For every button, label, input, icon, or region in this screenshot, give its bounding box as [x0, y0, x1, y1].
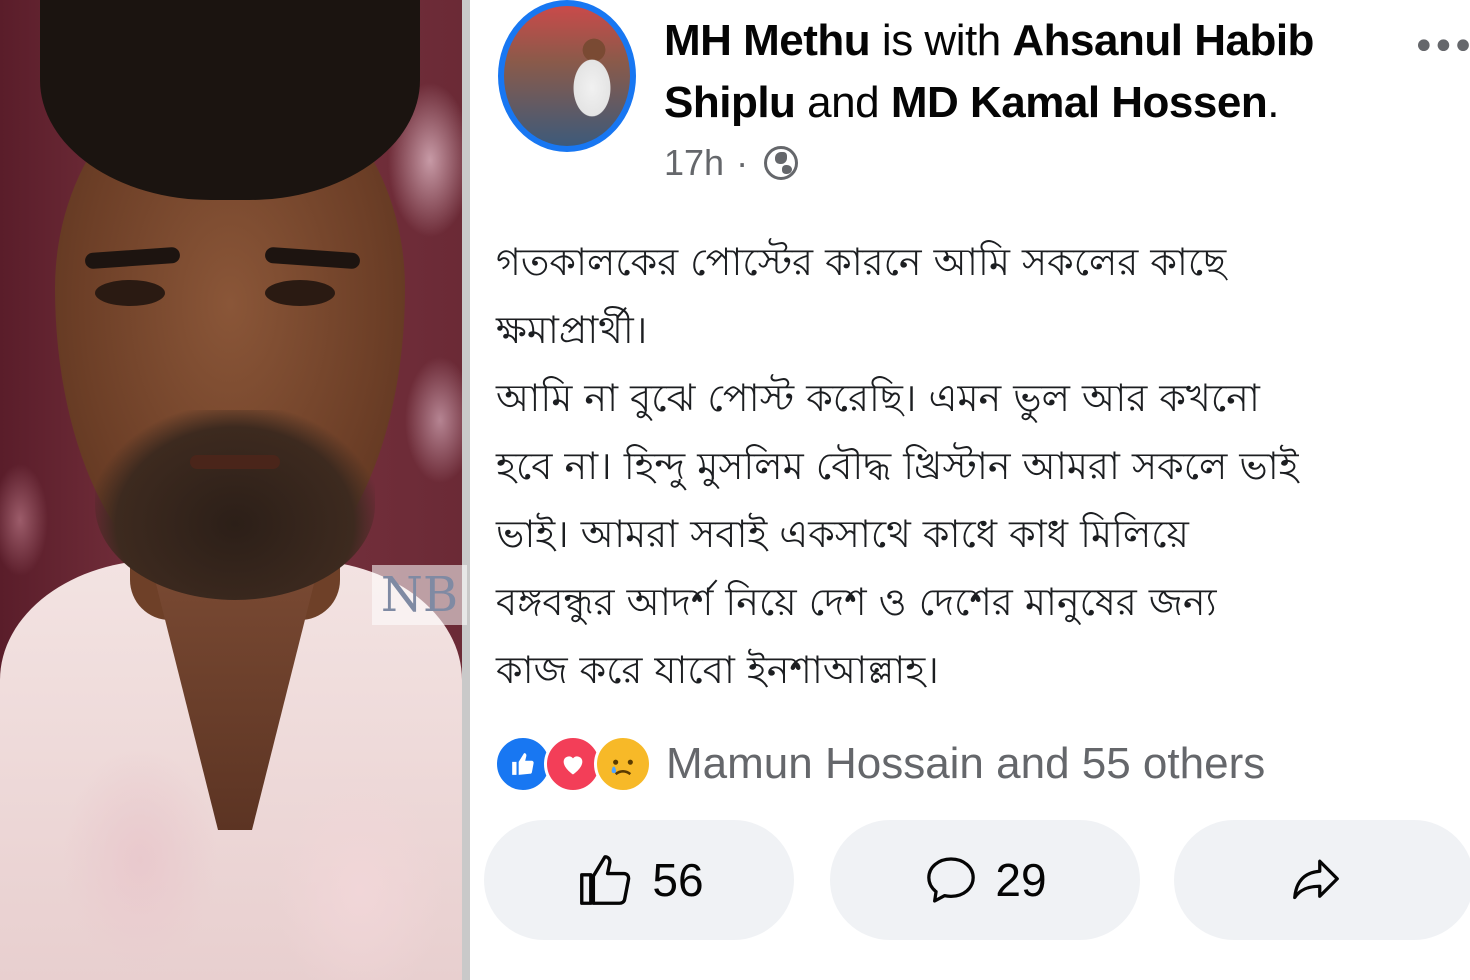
author-name[interactable]: MH Methu — [664, 16, 871, 65]
watermark-logo: NB — [372, 565, 467, 625]
panel-divider — [462, 0, 470, 980]
comment-count: 29 — [995, 854, 1047, 906]
author-avatar[interactable] — [498, 0, 636, 152]
post-body-line: গতকালকের পোস্টের কারনে আমি সকলের কাছে — [496, 240, 1227, 284]
thumbs-up-icon — [580, 855, 631, 905]
right-eye — [265, 280, 335, 306]
with-text: is with — [881, 16, 1001, 65]
author-line-period: . — [1267, 78, 1279, 127]
post-body: গতকালকের পোস্টের কারনে আমি সকলের কাছে ক্… — [496, 228, 1456, 704]
left-eye — [95, 280, 165, 306]
action-bar: 56 29 — [484, 820, 1470, 940]
post-body-line: ভাই। আমরা সবাই একসাথে কাধে কাধ মিলিয়ে — [496, 512, 1189, 556]
comment-bubble-icon — [927, 857, 976, 903]
post-body-line: কাজ করে যাবো ইনশাআল্লাহ। — [496, 648, 939, 692]
reactions-bar[interactable]: Mamun Hossain and 55 others — [494, 735, 1265, 793]
more-options-icon[interactable]: ••• — [1412, 24, 1470, 70]
post-author-line: MH Methu is with Ahsanul Habib Shiplu an… — [664, 10, 1384, 134]
post-body-line: ক্ষমাপ্রার্থী। — [496, 308, 648, 352]
tagged-person-2[interactable]: MD Kamal Hossen — [891, 78, 1268, 127]
mouth — [190, 455, 280, 469]
share-button[interactable] — [1174, 820, 1470, 940]
reaction-summary[interactable]: Mamun Hossain and 55 others — [666, 739, 1265, 789]
sad-reaction-icon — [594, 735, 652, 793]
post-body-line: আমি না বুঝে পোস্ট করেছি। এমন ভুল আর কখনো — [496, 376, 1260, 420]
facebook-post: MH Methu is with Ahsanul Habib Shiplu an… — [470, 0, 1470, 980]
share-icon — [1293, 859, 1339, 900]
post-body-line: হবে না। হিন্দু মুসলিম বৌদ্ধ খ্রিস্টান আম… — [496, 444, 1299, 488]
globe-icon[interactable] — [764, 146, 799, 180]
post-meta: 17h · — [664, 142, 799, 184]
like-count: 56 — [652, 854, 704, 906]
post-body-line: বঙ্গবন্ধুর আদর্শ নিয়ে দেশ ও দেশের মানুষ… — [496, 580, 1217, 624]
beard — [95, 410, 375, 600]
like-button[interactable]: 56 — [484, 820, 794, 940]
comment-button[interactable]: 29 — [830, 820, 1140, 940]
and-text: and — [807, 78, 880, 127]
post-timestamp[interactable]: 17h — [664, 142, 724, 184]
meta-separator: · — [736, 142, 749, 183]
profile-photo — [0, 0, 462, 980]
